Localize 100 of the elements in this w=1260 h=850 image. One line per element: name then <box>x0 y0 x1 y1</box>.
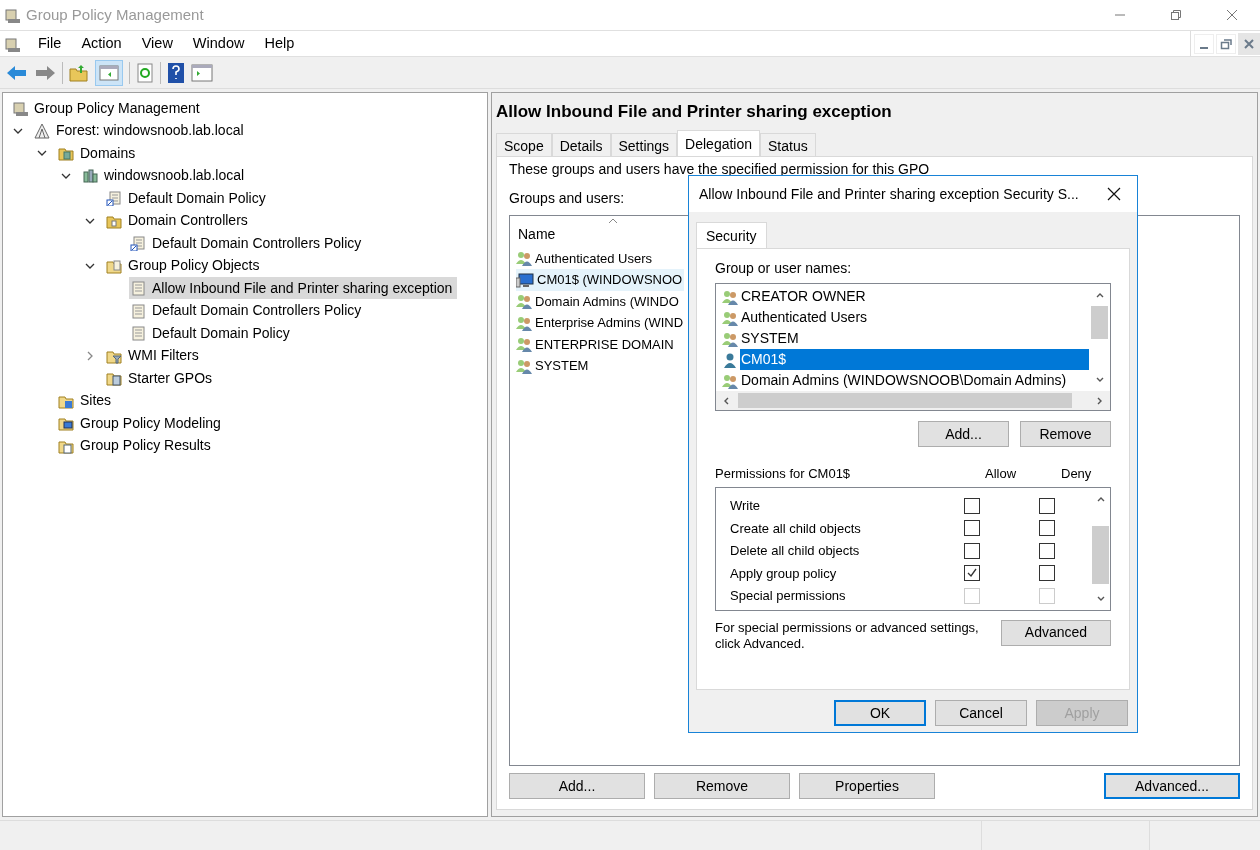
details-title: Allow Inbound File and Printer sharing exception <box>496 101 893 123</box>
list-row[interactable]: ENTERPRISE DOMAIN <box>516 333 684 355</box>
security-tab[interactable]: Security <box>696 222 767 248</box>
user-group-icon <box>516 336 532 353</box>
tab[interactable]: Delegation <box>677 129 761 156</box>
name-column-header[interactable]: Name <box>516 217 686 248</box>
tree-item[interactable]: Allow Inbound File and Printer sharing exception <box>129 277 458 300</box>
back-arrow-icon[interactable] <box>6 63 28 82</box>
tree-item[interactable]: Default Domain Policy <box>129 322 295 345</box>
menu-item[interactable]: Help <box>254 32 305 55</box>
tree-item[interactable]: Domain Controllers <box>105 209 253 232</box>
advanced-button[interactable]: Advanced <box>1001 619 1111 646</box>
tree-toggle-button[interactable] <box>95 59 123 86</box>
list-row[interactable]: Enterprise Admins (WIND <box>516 312 684 334</box>
console-icon <box>4 7 20 23</box>
tree-item[interactable]: windowsnoob.lab.local <box>81 164 250 187</box>
policy-scroll-icon <box>130 280 146 297</box>
tab[interactable]: Details <box>551 132 611 156</box>
checkbox[interactable] <box>964 565 980 582</box>
name-item[interactable]: SYSTEM <box>740 328 1089 349</box>
list-row[interactable]: Authenticated Users <box>516 247 684 269</box>
user-group-icon <box>722 309 738 326</box>
menu-item[interactable]: File <box>28 32 72 55</box>
list-row[interactable]: Domain Admins (WINDO <box>516 290 684 312</box>
forest-icon <box>34 122 50 139</box>
advanced-hint: For special permissions or advanced settings, click Advanced. <box>715 619 980 652</box>
checkbox[interactable] <box>1039 565 1055 582</box>
checkbox[interactable] <box>1039 520 1055 537</box>
policy-scroll-icon <box>130 325 146 342</box>
name-item[interactable]: CREATOR OWNER <box>740 286 1089 307</box>
add-button[interactable]: Add... <box>509 773 645 799</box>
tab[interactable]: Scope <box>496 132 552 156</box>
name-item[interactable]: CM01$ <box>740 349 1089 370</box>
user-group-icon <box>516 250 532 267</box>
user-group-icon <box>722 330 738 347</box>
close-icon[interactable] <box>1107 187 1121 201</box>
menu-item[interactable]: Action <box>71 32 132 55</box>
help-icon[interactable] <box>167 61 185 84</box>
domain-icon <box>82 167 98 184</box>
name-item[interactable]: Authenticated Users <box>740 307 1089 328</box>
remove-button[interactable]: Remove <box>654 773 790 799</box>
close-button[interactable] <box>1238 32 1260 55</box>
console-icon <box>12 100 28 117</box>
menu-item[interactable]: View <box>131 32 183 55</box>
tree-item[interactable]: Default Domain Controllers Policy <box>129 232 367 255</box>
user-group-icon <box>516 293 532 310</box>
forward-arrow-icon[interactable] <box>34 63 56 82</box>
checkbox[interactable] <box>964 497 980 514</box>
user-icon <box>722 351 738 368</box>
properties-button[interactable]: Properties <box>799 773 935 799</box>
list-row[interactable]: CM01$ (WINDOWSNOO <box>516 269 684 291</box>
remove-button[interactable]: Remove <box>1020 421 1111 447</box>
minimize-button[interactable] <box>1194 33 1214 54</box>
restore-icon <box>1220 37 1232 50</box>
tree-item[interactable]: Group Policy Management <box>11 97 205 120</box>
checkbox[interactable] <box>1039 497 1055 514</box>
permission-name: Write <box>730 497 762 515</box>
tree-item[interactable]: Group Policy Modeling <box>57 412 226 435</box>
folder-icon <box>106 257 122 274</box>
user-group-icon <box>722 288 738 305</box>
horizontal-scrollbar[interactable] <box>716 391 1110 410</box>
tree-item[interactable]: Starter GPOs <box>105 367 218 390</box>
names-label: Group or user names: <box>715 259 853 278</box>
menu-item[interactable]: Window <box>182 32 255 55</box>
user-group-icon <box>722 372 738 389</box>
tree-item[interactable]: WMI Filters <box>105 344 204 367</box>
tree-item[interactable]: Group Policy Objects <box>105 254 265 277</box>
tree-item[interactable]: Default Domain Policy <box>105 187 271 210</box>
policy-link-icon <box>130 235 146 252</box>
user-group-icon <box>516 314 532 331</box>
dialog-title: Allow Inbound File and Printer sharing exception Security S... <box>699 184 1079 204</box>
cancel-button[interactable]: Cancel <box>935 700 1027 726</box>
tree-item[interactable]: Group Policy Results <box>57 434 216 457</box>
restore-icon <box>1170 9 1182 21</box>
tree-item[interactable]: Forest: windowsnoob.lab.local <box>33 119 249 142</box>
list-row[interactable]: SYSTEM <box>516 355 684 377</box>
ok-button[interactable]: OK <box>834 700 926 726</box>
tree-item[interactable]: Default Domain Controllers Policy <box>129 299 367 322</box>
checkbox[interactable] <box>964 542 980 559</box>
advanced-button[interactable]: Advanced... <box>1104 773 1240 799</box>
checkbox[interactable] <box>964 520 980 537</box>
restore-button[interactable] <box>1216 33 1236 54</box>
tree-item[interactable]: Sites <box>57 389 117 412</box>
name-item[interactable]: Domain Admins (WINDOWSNOOB\Domain Admins) <box>740 370 1089 391</box>
add-button[interactable]: Add... <box>918 421 1009 447</box>
permissions-label: Permissions for CM01$ <box>715 465 852 483</box>
tree-item[interactable]: Domains <box>57 142 141 165</box>
permission-name: Special permissions <box>730 587 847 605</box>
refresh-icon[interactable] <box>136 62 154 83</box>
minimize-icon <box>1200 46 1208 49</box>
folder-up-icon[interactable] <box>69 63 89 82</box>
description-text: These groups and users have the specified permission for this GPO <box>509 160 930 177</box>
permission-name: Apply group policy <box>730 564 838 583</box>
policy-scroll-icon <box>130 302 146 319</box>
user-group-icon <box>516 357 532 374</box>
permission-name: Delete all child objects <box>730 542 861 560</box>
tab[interactable]: Settings <box>610 132 678 156</box>
tab[interactable]: Status <box>760 132 816 156</box>
folder-icon <box>106 370 122 387</box>
checkbox[interactable] <box>1039 542 1055 559</box>
